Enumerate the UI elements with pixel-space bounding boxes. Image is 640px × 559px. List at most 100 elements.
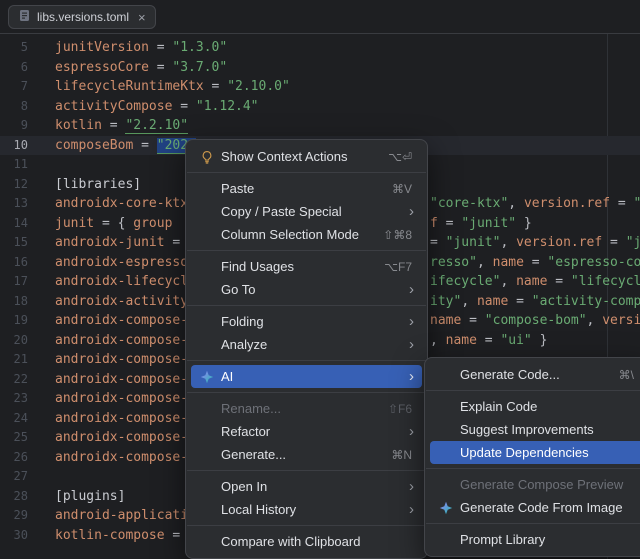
line-number: 9 (0, 116, 28, 136)
icon-slot (199, 182, 215, 196)
chevron-right-icon: › (409, 369, 414, 384)
menu-separator (426, 468, 640, 469)
ai-sparkle-icon (199, 370, 215, 384)
line-number: 24 (0, 409, 28, 429)
menu-item-label: AI (221, 369, 233, 384)
chevron-right-icon: › (409, 314, 414, 329)
menu-item-generate-code[interactable]: Generate Code...⌘\ (430, 363, 640, 386)
menu-separator (187, 360, 426, 361)
line-number: 26 (0, 448, 28, 468)
icon-slot (199, 535, 215, 549)
line-number: 13 (0, 194, 28, 214)
line-number: 20 (0, 331, 28, 351)
menu-item-show-context-actions[interactable]: Show Context Actions⌥⏎ (191, 145, 422, 168)
menu-item-shortcut: ⌘\ (619, 368, 634, 382)
menu-item-label: Update Dependencies (460, 445, 589, 460)
menu-separator (187, 392, 426, 393)
menu-item-suggest-improvements[interactable]: Suggest Improvements (430, 418, 640, 441)
tab-libs-versions-toml[interactable]: libs.versions.toml × (8, 5, 156, 29)
menu-item-generate-code-from-image[interactable]: Generate Code From Image (430, 496, 640, 519)
menu-item-shortcut: ⌥F7 (384, 260, 412, 274)
line-number: 6 (0, 58, 28, 78)
code-line-5[interactable]: 5junitVersion = "1.3.0" (0, 38, 640, 58)
icon-slot (199, 402, 215, 416)
ai-submenu: Generate Code...⌘\ Explain Code Suggest Im… (424, 357, 640, 557)
menu-item-paste[interactable]: Paste⌘V (191, 177, 422, 200)
line-number: 11 (0, 155, 28, 175)
icon-slot (199, 480, 215, 494)
menu-item-analyze[interactable]: Analyze › (191, 333, 422, 356)
code-line-6[interactable]: 6espressoCore = "3.7.0" (0, 58, 640, 78)
line-number: 29 (0, 506, 28, 526)
code-line-9[interactable]: 9kotlin = "2.2.10" (0, 116, 640, 136)
close-icon[interactable]: × (138, 11, 146, 24)
menu-item-copy-paste-special[interactable]: Copy / Paste Special› (191, 200, 422, 223)
chevron-right-icon: › (409, 479, 414, 494)
menu-item-generate[interactable]: Generate... ⌘N (191, 443, 422, 466)
menu-separator (187, 525, 426, 526)
menu-item-label: Show Context Actions (221, 149, 347, 164)
chevron-right-icon: › (409, 502, 414, 517)
menu-item-label: Copy / Paste Special (221, 204, 342, 219)
menu-item-find-usages[interactable]: Find Usages ⌥F7 (191, 255, 422, 278)
code-line-7[interactable]: 7lifecycleRuntimeKtx = "2.10.0" (0, 77, 640, 97)
menu-item-label: Go To (221, 282, 255, 297)
menu-item-update-dependencies[interactable]: Update Dependencies (430, 441, 640, 464)
menu-item-shortcut: ⇧⌘8 (383, 228, 412, 242)
menu-item-label: Rename... (221, 401, 281, 416)
icon-slot (438, 400, 454, 414)
icon-slot (438, 478, 454, 492)
menu-separator (426, 523, 640, 524)
menu-item-shortcut: ⇧F6 (388, 402, 412, 416)
line-number: 5 (0, 38, 28, 58)
menu-item-column-selection-mode[interactable]: Column Selection Mode⇧⌘8 (191, 223, 422, 246)
icon-slot (199, 260, 215, 274)
line-number: 12 (0, 175, 28, 195)
ide-window: libs.versions.toml × 5junitVersion = "1.… (0, 0, 640, 559)
line-number: 28 (0, 487, 28, 507)
chevron-right-icon: › (409, 337, 414, 352)
menu-item-prompt-library[interactable]: Prompt Library (430, 528, 640, 551)
menu-item-label: Analyze (221, 337, 267, 352)
menu-item-ai[interactable]: AI › (191, 365, 422, 388)
toml-file-icon (18, 9, 31, 25)
menu-item-label: Prompt Library (460, 532, 545, 547)
icon-slot (199, 503, 215, 517)
line-number: 15 (0, 233, 28, 253)
ai-sparkle-icon (438, 501, 454, 515)
menu-item-label: Local History (221, 502, 296, 517)
menu-separator (187, 470, 426, 471)
line-number: 27 (0, 467, 28, 487)
menu-item-label: Suggest Improvements (460, 422, 594, 437)
line-number: 18 (0, 292, 28, 312)
menu-separator (187, 305, 426, 306)
line-number: 17 (0, 272, 28, 292)
editor-tab-bar: libs.versions.toml × (0, 0, 640, 34)
menu-item-label: Generate Code From Image (460, 500, 623, 515)
menu-item-refactor[interactable]: Refactor› (191, 420, 422, 443)
chevron-right-icon: › (409, 282, 414, 297)
line-number: 23 (0, 389, 28, 409)
menu-item-label: Paste (221, 181, 254, 196)
line-number: 22 (0, 370, 28, 390)
icon-slot (199, 425, 215, 439)
menu-item-rename: Rename... ⇧F6 (191, 397, 422, 420)
line-number: 30 (0, 526, 28, 546)
menu-item-local-history[interactable]: Local History › (191, 498, 422, 521)
line-number: 21 (0, 350, 28, 370)
menu-item-open-in[interactable]: Open In› (191, 475, 422, 498)
line-number: 19 (0, 311, 28, 331)
code-line-8[interactable]: 8activityCompose = "1.12.4" (0, 97, 640, 117)
menu-item-label: Generate... (221, 447, 286, 462)
menu-item-explain-code[interactable]: Explain Code (430, 395, 640, 418)
menu-item-generate-compose-preview: Generate Compose Preview (430, 473, 640, 496)
menu-item-folding[interactable]: Folding› (191, 310, 422, 333)
chevron-right-icon: › (409, 424, 414, 439)
menu-item-label: Find Usages (221, 259, 294, 274)
line-number: 7 (0, 77, 28, 97)
menu-separator (187, 250, 426, 251)
menu-item-compare-with-clipboard[interactable]: Compare with Clipboard (191, 530, 422, 553)
menu-item-shortcut: ⌘N (391, 448, 412, 462)
lightbulb-icon (199, 150, 215, 164)
menu-item-go-to[interactable]: Go To › (191, 278, 422, 301)
